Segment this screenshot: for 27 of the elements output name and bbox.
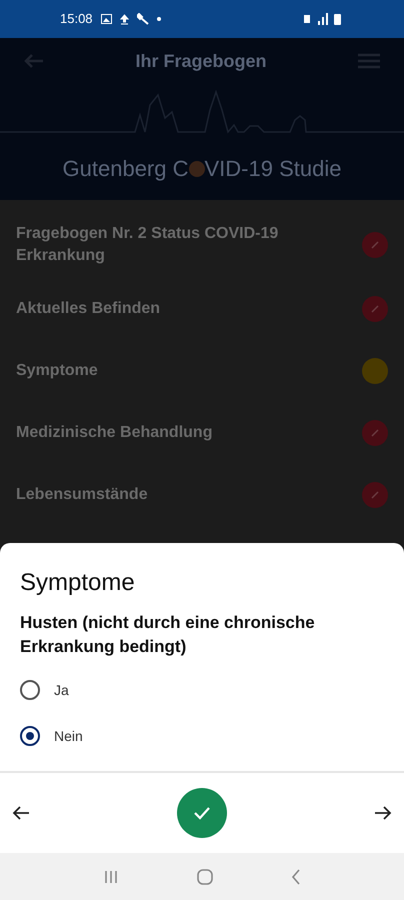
section-item[interactable]: Symptome [16,340,388,402]
radio-button[interactable] [20,680,40,700]
recent-apps-icon[interactable] [103,870,119,884]
confirm-button[interactable] [177,788,227,838]
section-item[interactable]: Fragebogen Nr. 2 Status COVID-19 Erkrankung [16,212,388,278]
sheet-title: Symptome [20,568,136,598]
wrench-icon [136,13,149,25]
upload-icon [120,14,129,24]
logo-text: Gutenberg C [62,155,188,183]
back-icon[interactable] [291,868,301,884]
clock: 15:08 [60,10,93,28]
radio-button[interactable] [20,726,40,746]
radio-option[interactable]: Nein [20,713,384,759]
section-item[interactable]: Aktuelles Befinden [16,278,388,340]
image-icon [100,14,112,24]
app-bar-title: Ihr Fragebogen [135,50,266,73]
home-icon[interactable] [197,868,213,884]
section-item[interactable]: Medizinische Behandlung [16,402,388,464]
previous-arrow-icon[interactable] [12,805,30,821]
question-text: Husten (nicht durch eine chronische Erkrankung bedingt) [20,612,316,658]
dot-icon [156,17,161,21]
radio-option[interactable]: Ja [20,667,384,713]
next-arrow-icon[interactable] [374,805,392,821]
dot-icon [188,160,204,176]
section-item[interactable]: Lebensumstände [16,464,388,526]
logo-text: VID-19 Studie [204,155,342,183]
check-icon [193,806,211,820]
